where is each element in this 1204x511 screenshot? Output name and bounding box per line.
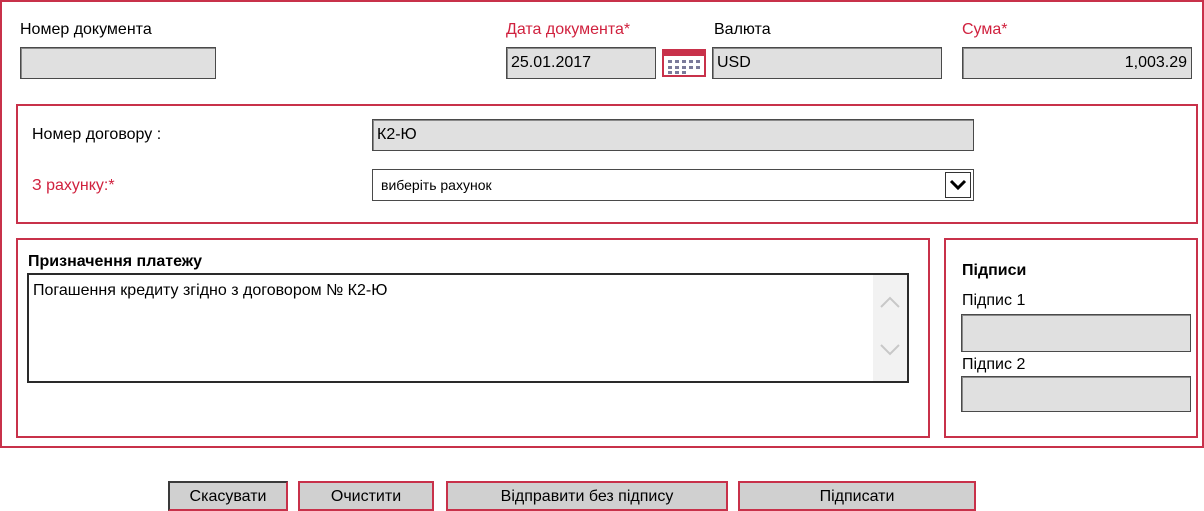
doc-number-field[interactable]: [20, 47, 216, 79]
sign-button[interactable]: Підписати: [738, 481, 976, 511]
signature-2-label: Підпис 2: [962, 356, 1026, 373]
payment-purpose-textarea[interactable]: Погашення кредиту згідно з договором № К…: [27, 273, 909, 383]
chevron-down-icon[interactable]: [945, 172, 971, 198]
clear-button[interactable]: Очистити: [298, 481, 434, 511]
currency-field[interactable]: USD: [712, 47, 942, 79]
payment-purpose-text: Погашення кредиту згідно з договором № К…: [33, 282, 388, 299]
amount-field[interactable]: 1,003.29: [962, 47, 1192, 79]
account-select[interactable]: виберіть рахунок: [372, 169, 974, 201]
cancel-button[interactable]: Скасувати: [168, 481, 288, 511]
send-without-signature-button[interactable]: Відправити без підпису: [446, 481, 728, 511]
account-label: З рахунку:*: [32, 177, 115, 194]
required-mark: *: [108, 177, 115, 194]
scrollbar[interactable]: [873, 275, 907, 381]
doc-number-label: Номер документа: [20, 21, 152, 38]
contract-number-label: Номер договору :: [32, 126, 162, 143]
calendar-icon[interactable]: [662, 48, 706, 78]
signature-1-field: [961, 314, 1191, 352]
account-select-value: виберіть рахунок: [381, 177, 492, 193]
amount-label: Сума*: [962, 21, 1008, 38]
scroll-down-icon[interactable]: [879, 343, 901, 362]
scroll-up-icon[interactable]: [879, 295, 901, 314]
required-mark: *: [623, 21, 631, 38]
signature-2-field: [961, 376, 1191, 412]
signature-1-label: Підпис 1: [962, 292, 1026, 309]
doc-date-field[interactable]: 25.01.2017: [506, 47, 656, 79]
doc-date-label: Дата документа*: [506, 21, 631, 38]
contract-number-field[interactable]: К2-Ю: [372, 119, 974, 151]
required-mark: *: [1001, 21, 1008, 38]
payment-purpose-label: Призначення платежу: [28, 253, 203, 270]
signatures-title: Підписи: [962, 262, 1027, 279]
currency-label: Валюта: [714, 21, 771, 38]
